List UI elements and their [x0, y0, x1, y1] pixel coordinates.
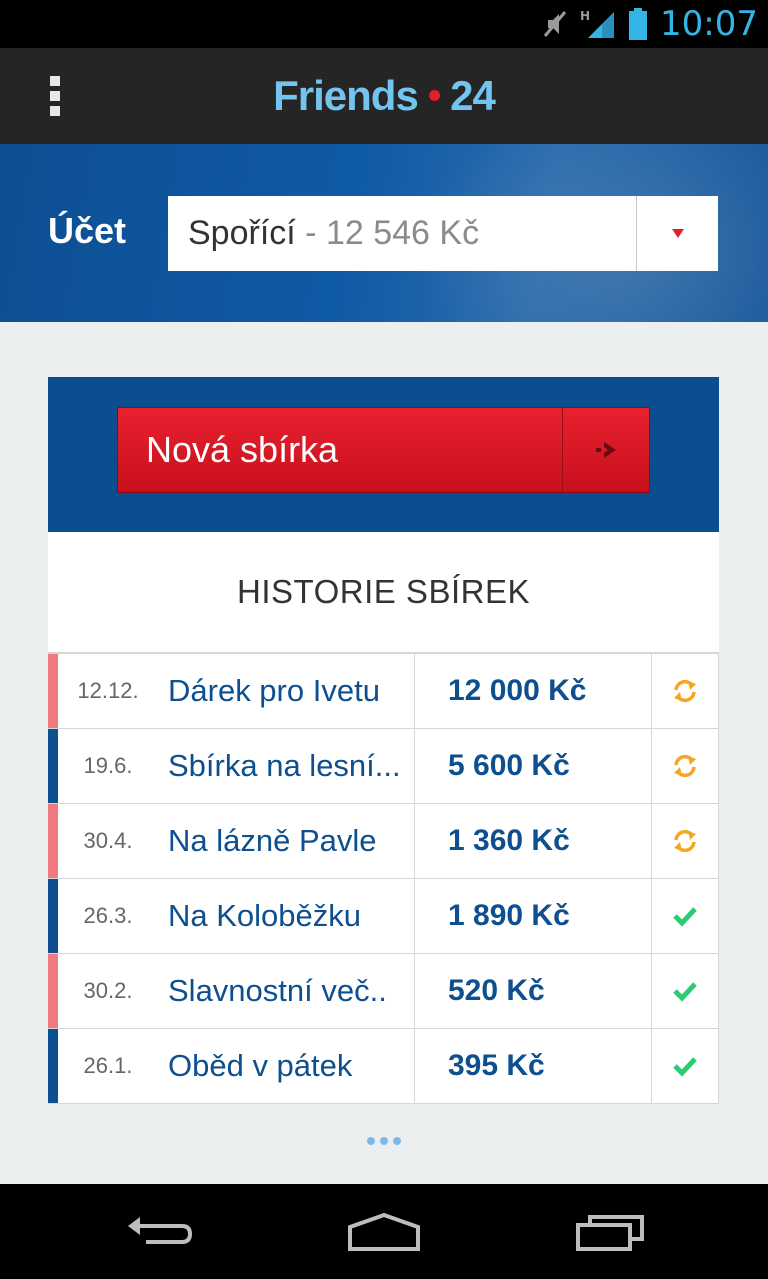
app-bar: Friends • 24 [0, 48, 768, 144]
row-amount: 520 Kč [414, 954, 651, 1028]
row-name: Na Koloběžku [168, 898, 362, 933]
history-title: HISTORIE SBÍREK [48, 532, 719, 652]
row-name: Dárek pro Ivetu [168, 673, 380, 708]
new-collection-button[interactable]: Nová sbírka [117, 407, 650, 493]
account-name: Spořící [188, 214, 296, 252]
clock: 10:07 [660, 4, 758, 44]
row-name: Slavnostní več.. [168, 973, 387, 1008]
battery-icon [628, 8, 648, 40]
app-title: Friends • 24 [0, 48, 768, 144]
row-date: 26.1. [83, 1053, 133, 1078]
row-name: Oběd v pátek [168, 1048, 353, 1083]
overflow-menu-icon[interactable] [44, 76, 66, 116]
mute-icon [542, 9, 568, 39]
account-label: Účet [48, 210, 127, 251]
row-date: 26.3. [83, 903, 133, 928]
main-content: Nová sbírka HISTORIE SBÍREK 12.12. Dárek … [0, 322, 768, 1184]
history-table: 12.12. Dárek pro Ivetu 12 000 Kč 19.6. Sbírk… [48, 652, 719, 1104]
refresh-icon [651, 804, 718, 878]
row-name-cell: Na Koloběžku [158, 879, 414, 953]
row-amount: 5 600 Kč [414, 729, 651, 803]
account-selected-value[interactable]: Spořící - 12 546 Kč [168, 214, 636, 253]
row-accent-stripe [48, 1029, 58, 1103]
svg-text:H: H [580, 9, 590, 23]
brand-name: Friends [273, 72, 419, 119]
back-icon[interactable] [114, 1202, 204, 1262]
row-amount: 1 360 Kč [414, 804, 651, 878]
row-accent-stripe [48, 804, 58, 878]
page-dot [393, 1137, 401, 1145]
account-dropdown[interactable]: Spořící - 12 546 Kč [168, 196, 718, 271]
check-icon [651, 1029, 718, 1103]
row-name-cell: Oběd v pátek [158, 1029, 414, 1103]
dropdown-button[interactable] [636, 196, 718, 271]
page-dot [367, 1137, 375, 1145]
refresh-icon [651, 729, 718, 803]
check-icon [651, 954, 718, 1028]
new-collection-panel: Nová sbírka [48, 377, 719, 532]
row-date: 12.12. [77, 678, 139, 703]
row-accent-stripe [48, 729, 58, 803]
system-nav-bar [0, 1184, 768, 1279]
history-row[interactable]: 26.1. Oběd v pátek 395 Kč [48, 1028, 718, 1103]
account-separator: - [305, 214, 317, 252]
row-accent-stripe [48, 954, 58, 1028]
home-icon[interactable] [339, 1202, 429, 1262]
row-date: 30.4. [83, 828, 133, 853]
brand-dot-icon: • [427, 75, 441, 117]
row-date: 19.6. [83, 753, 133, 778]
account-balance: 12 546 Kč [325, 214, 480, 252]
page-dot [380, 1137, 388, 1145]
row-date: 30.2. [83, 978, 133, 1003]
row-name: Sbírka na lesní... [168, 748, 401, 783]
status-bar: H 10:07 [0, 0, 768, 48]
row-name: Na lázně Pavle [168, 823, 377, 858]
row-accent-stripe [48, 654, 58, 728]
arrow-right-icon [562, 408, 649, 492]
recent-apps-icon[interactable] [565, 1202, 655, 1262]
row-name-cell: Sbírka na lesní... [158, 729, 414, 803]
row-amount: 395 Kč [414, 1029, 651, 1103]
row-name-cell: Slavnostní več.. [158, 954, 414, 1028]
row-amount: 1 890 Kč [414, 879, 651, 953]
brand-number: 24 [450, 72, 496, 119]
pagination-dots[interactable] [0, 1137, 768, 1145]
history-row[interactable]: 30.2. Slavnostní več.. 520 Kč [48, 953, 718, 1028]
triangle-down-icon [671, 229, 684, 238]
account-header: Účet Spořící - 12 546 Kč [0, 144, 768, 322]
row-name-cell: Dárek pro Ivetu [158, 654, 414, 728]
history-row[interactable]: 30.4. Na lázně Pavle 1 360 Kč [48, 803, 718, 878]
history-row[interactable]: 12.12. Dárek pro Ivetu 12 000 Kč [48, 653, 718, 728]
row-amount: 12 000 Kč [414, 654, 651, 728]
new-collection-label: Nová sbírka [146, 429, 339, 470]
row-accent-stripe [48, 879, 58, 953]
history-row[interactable]: 26.3. Na Koloběžku 1 890 Kč [48, 878, 718, 953]
refresh-icon [651, 654, 718, 728]
collections-card: Nová sbírka HISTORIE SBÍREK 12.12. Dárek … [48, 377, 719, 1104]
history-row[interactable]: 19.6. Sbírka na lesní... 5 600 Kč [48, 728, 718, 803]
signal-h-icon: H [580, 8, 616, 40]
row-name-cell: Na lázně Pavle [158, 804, 414, 878]
check-icon [651, 879, 718, 953]
